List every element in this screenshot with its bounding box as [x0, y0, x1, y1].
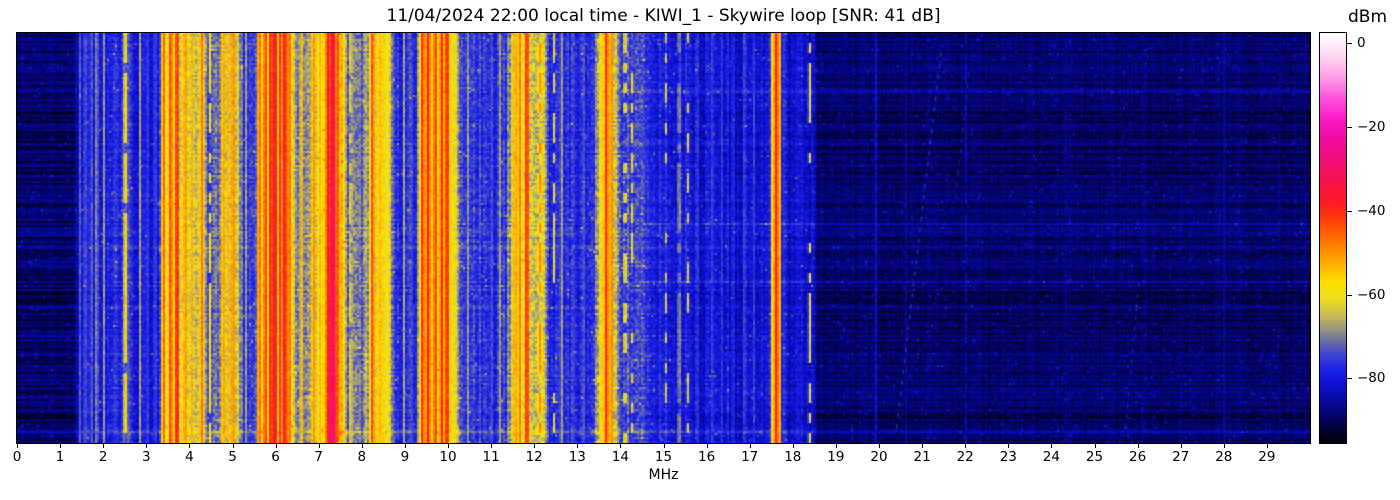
x-tick-label: 7	[314, 449, 323, 465]
x-tick-label: 29	[1258, 449, 1276, 465]
x-tick-mark	[577, 444, 579, 448]
x-tick-label: 13	[568, 449, 586, 465]
x-tick-label: 21	[913, 449, 931, 465]
spectrogram-figure: 11/04/2024 22:00 local time - KIWI_1 - S…	[0, 0, 1400, 500]
colorbar-tick-label: −80	[1357, 370, 1386, 387]
x-tick-label: 12	[525, 449, 543, 465]
x-tick-label: 11	[482, 449, 500, 465]
x-tick-mark	[1051, 444, 1053, 448]
colorbar-gradient	[1319, 32, 1347, 444]
x-tick-mark	[361, 444, 363, 448]
x-tick-mark	[922, 444, 924, 448]
x-tick-mark	[749, 444, 751, 448]
x-tick-mark	[448, 444, 449, 448]
x-tick-mark	[491, 444, 493, 448]
x-tick-mark	[1008, 444, 1010, 448]
x-tick-label: 28	[1215, 449, 1233, 465]
x-tick-label: 25	[1085, 449, 1104, 465]
x-tick-mark	[792, 444, 794, 448]
x-tick-mark	[232, 444, 234, 448]
x-axis-label: MHz	[648, 467, 679, 483]
x-tick-label: 8	[357, 449, 367, 465]
x-tick-label: 0	[12, 449, 22, 465]
colorbar-tick-mark	[1347, 378, 1352, 380]
colorbar-tick-label: −60	[1357, 286, 1386, 303]
x-tick-mark	[663, 444, 665, 448]
x-tick-mark	[103, 444, 105, 448]
chart-title: 11/04/2024 22:00 local time - KIWI_1 - S…	[386, 6, 941, 26]
x-tick-mark	[404, 444, 406, 448]
x-tick-mark	[835, 444, 837, 448]
x-tick-label: 22	[956, 449, 974, 465]
x-tick-mark	[620, 444, 622, 448]
x-tick-mark	[1094, 444, 1096, 448]
x-tick-mark	[1180, 444, 1182, 448]
x-tick-label: 16	[698, 449, 716, 465]
x-tick-label: 24	[1042, 449, 1060, 465]
x-tick-label: 27	[1172, 449, 1190, 465]
x-tick-mark	[17, 444, 18, 448]
x-tick-label: 1	[55, 449, 65, 465]
x-tick-mark	[879, 444, 880, 448]
waterfall-heatmap	[16, 32, 1311, 444]
x-tick-mark	[965, 444, 967, 448]
x-tick-label: 4	[185, 449, 194, 465]
x-tick-mark	[1137, 444, 1139, 448]
colorbar-tick-label: −40	[1357, 202, 1386, 219]
x-tick-mark	[318, 444, 320, 448]
x-tick-mark	[1223, 444, 1225, 448]
x-tick-label: 5	[228, 449, 237, 465]
colorbar-unit-label: dBm	[1348, 7, 1388, 27]
x-tick-label: 18	[784, 449, 802, 465]
x-tick-mark	[706, 444, 708, 448]
x-tick-label: 26	[1129, 449, 1147, 465]
x-tick-label: 20	[870, 449, 888, 465]
x-tick-label: 9	[400, 449, 410, 465]
x-tick-mark	[146, 444, 148, 448]
x-tick-label: 10	[439, 449, 457, 465]
x-tick-label: 15	[654, 449, 673, 465]
x-tick-label: 17	[741, 449, 759, 465]
x-tick-mark	[534, 444, 536, 448]
colorbar-tick-mark	[1347, 126, 1352, 128]
colorbar-tick-mark	[1347, 210, 1352, 212]
x-tick-label: 19	[827, 449, 845, 465]
x-tick-mark	[1266, 444, 1268, 448]
x-tick-mark	[60, 444, 62, 448]
colorbar-tick-label: 0	[1357, 35, 1366, 52]
x-tick-label: 14	[611, 449, 629, 465]
x-tick-label: 3	[142, 449, 151, 465]
colorbar-tick-mark	[1347, 294, 1352, 296]
x-tick-mark	[275, 444, 277, 448]
x-tick-label: 2	[98, 449, 108, 465]
colorbar-tick-label: −20	[1357, 118, 1386, 135]
x-tick-mark	[189, 444, 191, 448]
x-tick-label: 6	[271, 449, 280, 465]
colorbar-tick-mark	[1347, 43, 1352, 45]
x-tick-label: 23	[999, 449, 1017, 465]
